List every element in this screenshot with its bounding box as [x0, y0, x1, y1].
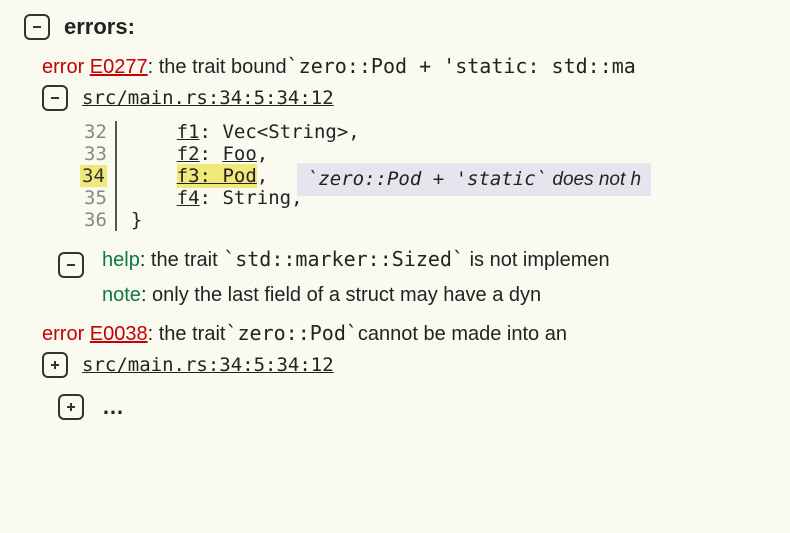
- note-message: note: only the last field of a struct ma…: [102, 284, 541, 307]
- source-location-link[interactable]: src/main.rs:34:5:34:12: [82, 354, 334, 376]
- collapse-errors-icon[interactable]: [24, 14, 50, 40]
- line-number: 33: [80, 143, 107, 165]
- expand-error-icon[interactable]: [42, 352, 68, 378]
- errors-heading: errors:: [64, 14, 135, 40]
- line-number: 34: [80, 165, 107, 187]
- collapse-help-icon[interactable]: [58, 252, 84, 278]
- expand-more-icon[interactable]: [58, 394, 84, 420]
- error-code-link[interactable]: E0277: [90, 56, 148, 79]
- collapse-error-icon[interactable]: [42, 85, 68, 111]
- diagnostic-tooltip: `zero::Pod + 'static` does not h: [297, 163, 651, 196]
- more-errors-ellipsis: …: [102, 394, 124, 420]
- line-number: 32: [80, 121, 107, 143]
- code-snippet: 32 33 34 35 36 f1: Vec<String>, f2: Foo,…: [80, 121, 790, 231]
- line-number: 36: [80, 209, 107, 231]
- line-number: 35: [80, 187, 107, 209]
- error-summary: error E0038 : the trait `zero::Pod` cann…: [42, 321, 790, 346]
- error-summary: error E0277 : the trait bound `zero::Pod…: [42, 54, 790, 79]
- help-message: help: the trait `std::marker::Sized` is …: [102, 247, 610, 272]
- error-code-link[interactable]: E0038: [90, 323, 148, 346]
- source-location-link[interactable]: src/main.rs:34:5:34:12: [82, 87, 334, 109]
